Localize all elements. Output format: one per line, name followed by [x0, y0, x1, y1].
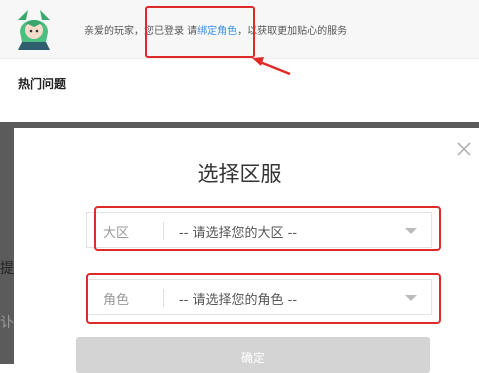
avatar — [12, 6, 56, 50]
highlight-box-bind-link — [145, 6, 255, 58]
confirm-button-label: 确定 — [240, 351, 265, 365]
highlight-box-region — [94, 206, 441, 251]
close-icon[interactable] — [456, 140, 472, 160]
arrow-icon — [252, 57, 291, 76]
hot-questions-title: 热门问题 — [18, 77, 67, 91]
confirm-button[interactable]: 确定 — [76, 337, 430, 373]
background-text-fragment: 提 — [0, 261, 14, 277]
highlight-box-role — [86, 273, 441, 324]
background-text-fragment-2: 讣 — [0, 315, 14, 331]
dialog-title: 选择区服 — [197, 162, 282, 186]
